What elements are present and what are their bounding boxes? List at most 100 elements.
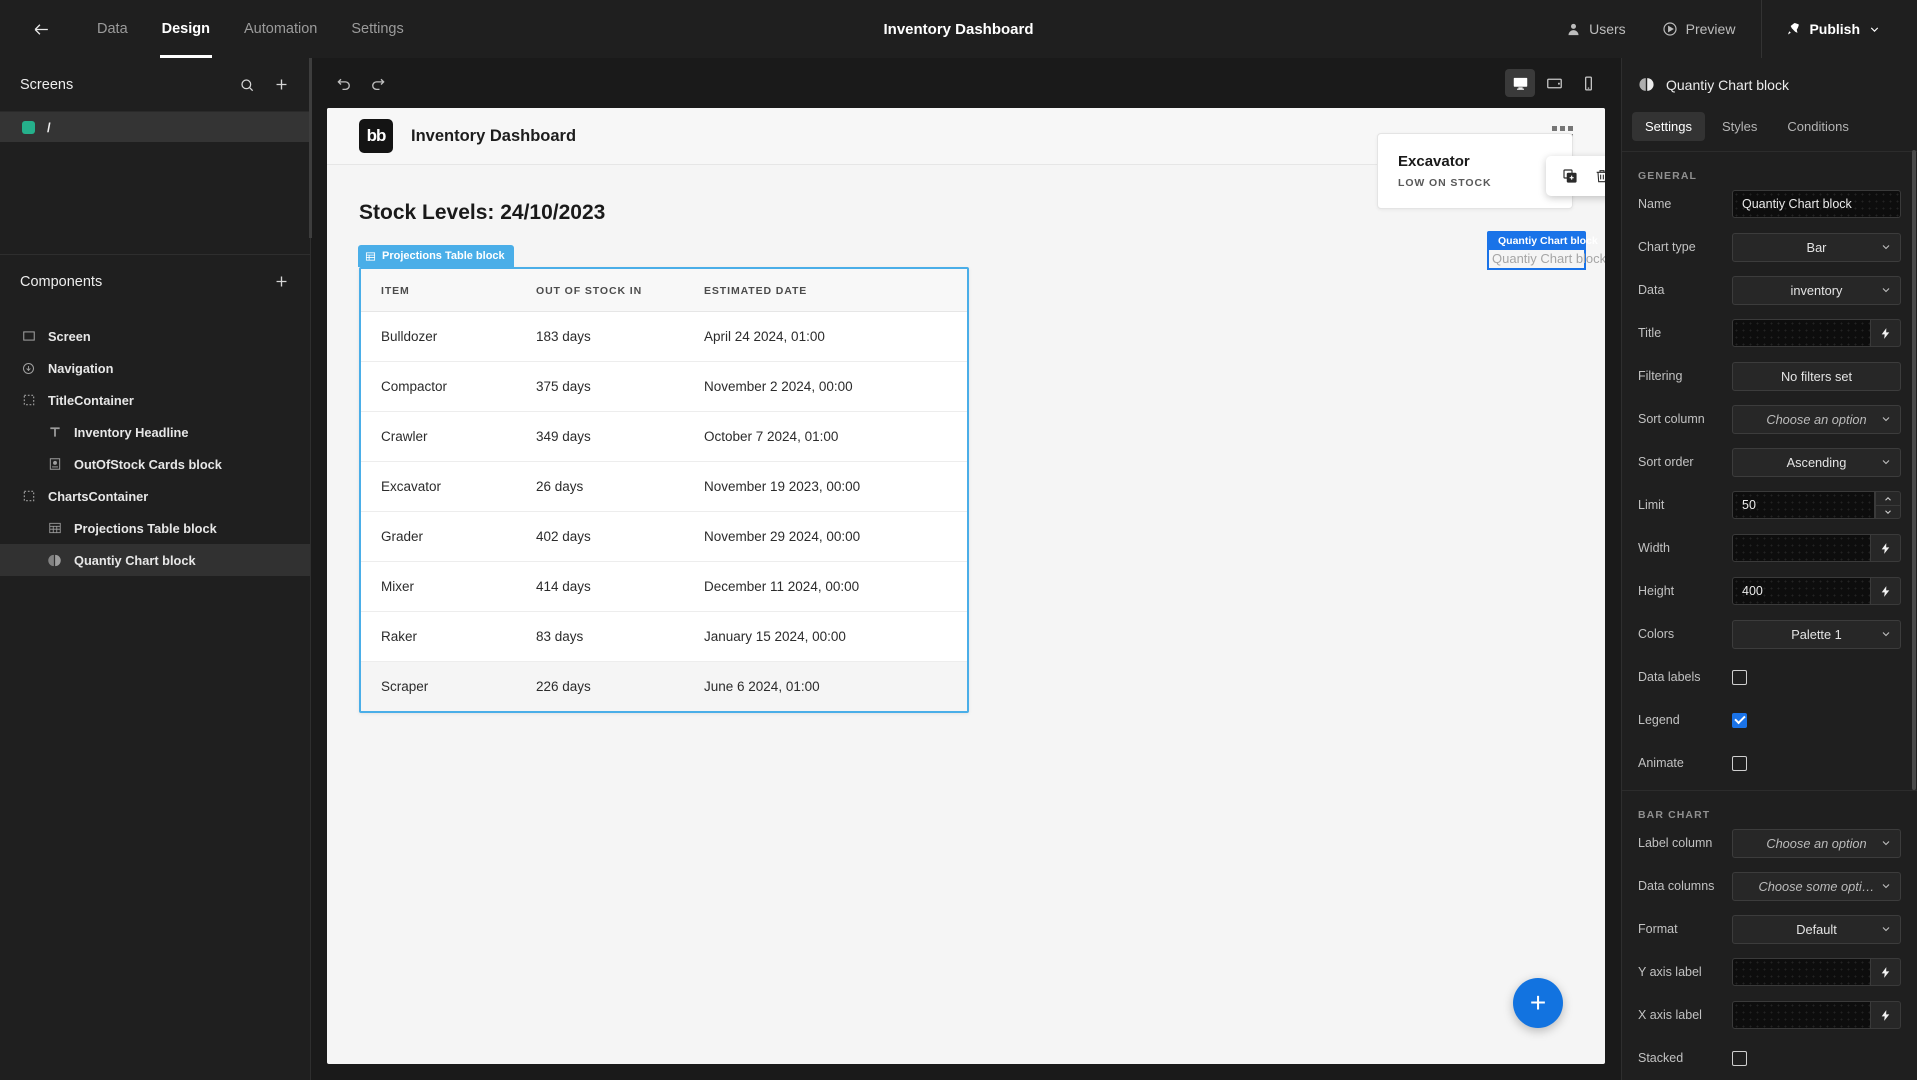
table-row[interactable]: Compactor 375 days November 2 2024, 00:0…	[361, 361, 967, 412]
table-row[interactable]: Raker 83 days January 15 2024, 00:00	[361, 611, 967, 662]
add-component-fab[interactable]: +	[1513, 978, 1563, 1028]
stepper-down-button[interactable]	[1875, 505, 1901, 520]
device-mobile-button[interactable]	[1573, 69, 1603, 97]
add-screen-button[interactable]	[273, 76, 290, 93]
chart-type-select[interactable]: Bar	[1732, 232, 1901, 262]
y-axis-label-input[interactable]	[1732, 958, 1871, 987]
quantity-stepper[interactable]	[1875, 491, 1901, 520]
table-row[interactable]: Scraper 226 days June 6 2024, 01:00	[361, 661, 967, 711]
out-of-stock-card[interactable]: Excavator LOW ON STOCK Quantiy Chart blo…	[1377, 133, 1605, 270]
chevron-down-icon	[1880, 413, 1892, 425]
projections-table-block: Projections Table block ITEM OUT OF STOC…	[358, 245, 969, 713]
limit-input[interactable]: 50	[1732, 491, 1875, 520]
field-label: X axis label	[1638, 1008, 1702, 1023]
binding-button[interactable]	[1871, 1001, 1901, 1030]
field-row-format: Format Default	[1622, 913, 1917, 946]
nav-tab-automation[interactable]: Automation	[227, 0, 334, 58]
filtering-button[interactable]: No filters set	[1732, 361, 1901, 391]
sidebar-item-screen[interactable]: Screen	[0, 320, 310, 352]
screen-label: /	[47, 119, 51, 135]
users-button[interactable]: Users	[1548, 0, 1644, 58]
trash-icon	[1596, 170, 1605, 183]
nav-tab-data[interactable]: Data	[80, 0, 145, 58]
right-panel-scrollbar[interactable]	[1912, 150, 1916, 790]
colors-select[interactable]: Palette 1	[1732, 619, 1901, 649]
publish-button[interactable]: Publish	[1761, 0, 1899, 58]
sidebar-item-outofstock-cards-block[interactable]: OutOfStock Cards block	[0, 448, 310, 480]
binding-button[interactable]	[1871, 958, 1901, 987]
redo-button[interactable]	[363, 68, 393, 98]
title-input[interactable]	[1732, 319, 1871, 348]
table-icon	[365, 251, 376, 261]
sidebar-item-projections-table-block[interactable]: Projections Table block	[0, 512, 310, 544]
selected-block-placeholder[interactable]: Quantiy Chart block	[1487, 250, 1605, 270]
sidebar-item-inventory-headline[interactable]: Inventory Headline	[0, 416, 310, 448]
sidebar-item-quantiy-chart-block[interactable]: Quantiy Chart block	[0, 544, 310, 576]
redo-icon	[372, 78, 385, 91]
nav-tab-design[interactable]: Design	[145, 0, 227, 58]
sort-order-select[interactable]: Ascending	[1732, 447, 1901, 477]
sidebar-item-titlecontainer[interactable]: TitleContainer	[0, 384, 310, 416]
top-bar: Data Design Automation Settings Inventor…	[0, 0, 1917, 58]
binding-button[interactable]	[1871, 577, 1901, 606]
field-control: Choose an option	[1732, 404, 1901, 434]
field-label: Data	[1638, 283, 1665, 298]
preview-button[interactable]: Preview	[1644, 0, 1754, 58]
animate-checkbox[interactable]	[1732, 755, 1747, 771]
table-icon	[46, 520, 63, 537]
nav-tab-settings[interactable]: Settings	[334, 0, 420, 58]
data-columns-select[interactable]: Choose some opti…	[1732, 871, 1901, 901]
cell-item: Bulldozer	[361, 311, 536, 362]
field-control	[1732, 1001, 1901, 1030]
sidebar-item-label: Quantiy Chart block	[74, 552, 196, 568]
table-row[interactable]: Mixer 414 days December 11 2024, 00:00	[361, 561, 967, 612]
label-column-value: Choose an option	[1766, 835, 1867, 851]
name-input[interactable]: Quantiy Chart block	[1732, 190, 1901, 219]
x-axis-label-input[interactable]	[1732, 1001, 1871, 1030]
search-screens-button[interactable]	[239, 77, 255, 93]
lightning-icon	[1881, 585, 1890, 597]
width-input[interactable]	[1732, 534, 1871, 563]
tab-styles[interactable]: Styles	[1709, 112, 1770, 141]
table-row[interactable]: Bulldozer 183 days April 24 2024, 01:00	[361, 311, 967, 362]
stepper-up-button[interactable]	[1875, 491, 1901, 506]
table-block-tag[interactable]: Projections Table block	[358, 245, 514, 267]
device-tablet-button[interactable]	[1539, 69, 1569, 97]
device-desktop-button[interactable]	[1505, 69, 1535, 97]
format-select[interactable]: Default	[1732, 914, 1901, 944]
data-select[interactable]: inventory	[1732, 275, 1901, 305]
tab-settings[interactable]: Settings	[1632, 111, 1705, 141]
tablet-icon	[1546, 78, 1562, 88]
col-header-item[interactable]: ITEM	[361, 269, 536, 312]
stacked-checkbox[interactable]	[1732, 1050, 1747, 1066]
data-labels-checkbox[interactable]	[1732, 669, 1747, 685]
duplicate-button[interactable]	[1556, 163, 1584, 189]
sidebar-item-navigation[interactable]: Navigation	[0, 352, 310, 384]
selected-block-tag[interactable]: Quantiy Chart block	[1487, 231, 1598, 250]
table-row[interactable]: Crawler 349 days October 7 2024, 01:00	[361, 411, 967, 462]
height-input[interactable]: 400	[1732, 577, 1871, 606]
settings-scroll-area[interactable]: GENERAL Name Quantiy Chart block Chart t…	[1622, 152, 1917, 1080]
col-header-out-of-stock-in[interactable]: OUT OF STOCK IN	[536, 269, 704, 312]
label-column-select[interactable]: Choose an option	[1732, 828, 1901, 858]
chevron-down-icon[interactable]	[1868, 23, 1881, 36]
table-row[interactable]: Excavator 26 days November 19 2023, 00:0…	[361, 461, 967, 512]
binding-button[interactable]	[1871, 319, 1901, 348]
sidebar-item-chartscontainer[interactable]: ChartsContainer	[0, 480, 310, 512]
sort-column-select[interactable]: Choose an option	[1732, 404, 1901, 434]
tab-conditions[interactable]: Conditions	[1774, 112, 1861, 141]
screens-actions	[239, 76, 290, 93]
table-row[interactable]: Grader 402 days November 29 2024, 00:00	[361, 511, 967, 562]
legend-checkbox[interactable]	[1732, 712, 1747, 728]
undo-button[interactable]	[329, 68, 359, 98]
field-label: Data columns	[1638, 879, 1715, 894]
left-panel-scrollbar[interactable]	[309, 58, 312, 238]
field-row-height: Height 400	[1622, 575, 1917, 608]
back-button[interactable]	[24, 12, 58, 46]
col-header-estimated-date[interactable]: ESTIMATED DATE	[704, 269, 967, 312]
sort-column-value: Choose an option	[1766, 411, 1867, 427]
sidebar-screen-root[interactable]: /	[0, 112, 310, 142]
delete-button[interactable]	[1588, 163, 1605, 189]
add-component-button[interactable]	[273, 273, 290, 290]
binding-button[interactable]	[1871, 534, 1901, 563]
